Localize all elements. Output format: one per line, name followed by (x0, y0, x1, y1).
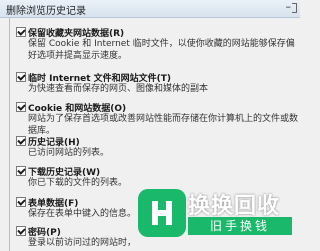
option-description: 已访问网站的列表。 (28, 148, 110, 158)
watermark-logo-icon (138, 189, 186, 237)
option-description: 网站为了保存首选项或改善网站性能而存储在你计算机上的文件或数据库。 (28, 114, 299, 136)
checkbox-form-data[interactable] (16, 197, 26, 207)
option-description: 为快速查看而保存的网页、图像和媒体的副本 (28, 84, 209, 94)
titlebar-bracket-icon (292, 3, 297, 13)
option-description: 保留 Cookie 和 Internet 临时文件，以使你收藏的网站能够保存偏好… (28, 39, 295, 61)
watermark-brand-text: 换换回收 (188, 194, 281, 219)
checkbox-cookies[interactable] (16, 102, 26, 112)
titlebar-dash-icon: – (285, 0, 292, 13)
checkbox-download-history[interactable] (16, 166, 26, 176)
checkbox-history[interactable] (16, 136, 26, 146)
watermark-tagline: 旧手换钱 (188, 217, 292, 235)
window-titlebar: 删除浏览历史记录 – (0, 0, 300, 18)
option-description: 保存在表单中键入的信息。 (28, 209, 137, 219)
left-divider (9, 18, 10, 251)
checkbox-preserve-favorites[interactable] (16, 27, 26, 37)
checkbox-temp-files[interactable] (16, 72, 26, 82)
option-description: 登录以前访问过的网站时， (28, 238, 137, 248)
checkbox-passwords[interactable] (16, 226, 26, 236)
window-title: 删除浏览历史记录 (6, 6, 86, 17)
